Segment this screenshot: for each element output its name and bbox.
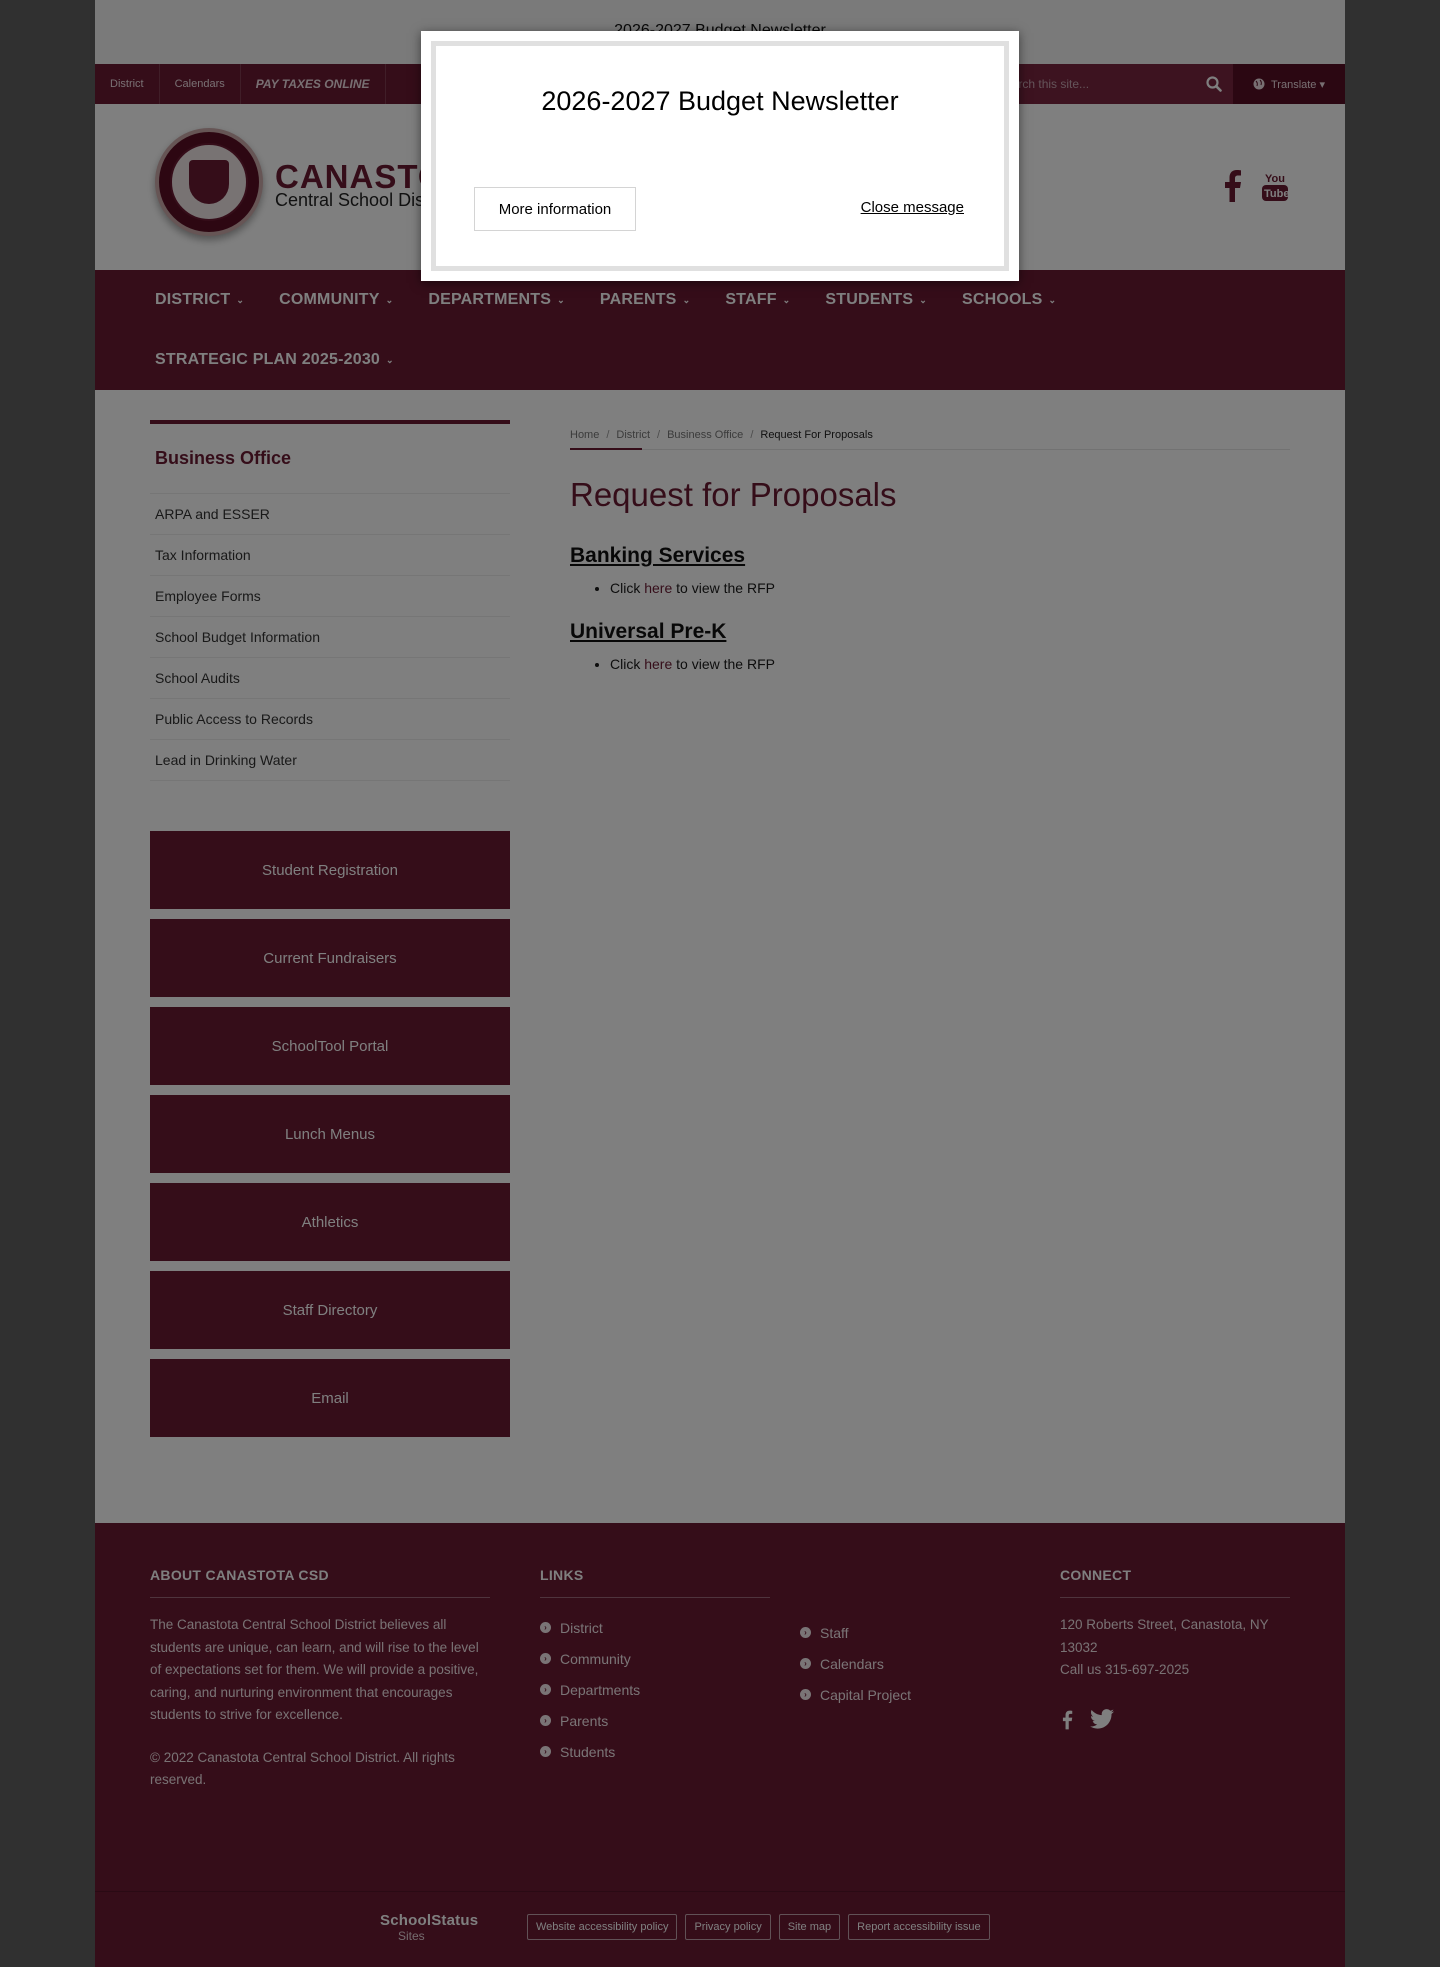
budget-newsletter-modal: 2026-2027 Budget Newsletter More informa… [421, 31, 1019, 281]
close-message-link[interactable]: Close message [861, 199, 964, 216]
modal-inner: 2026-2027 Budget Newsletter More informa… [431, 41, 1009, 271]
modal-overlay[interactable] [0, 0, 1440, 1967]
modal-title: 2026-2027 Budget Newsletter [541, 86, 899, 116]
more-information-button[interactable]: More information [474, 187, 636, 231]
